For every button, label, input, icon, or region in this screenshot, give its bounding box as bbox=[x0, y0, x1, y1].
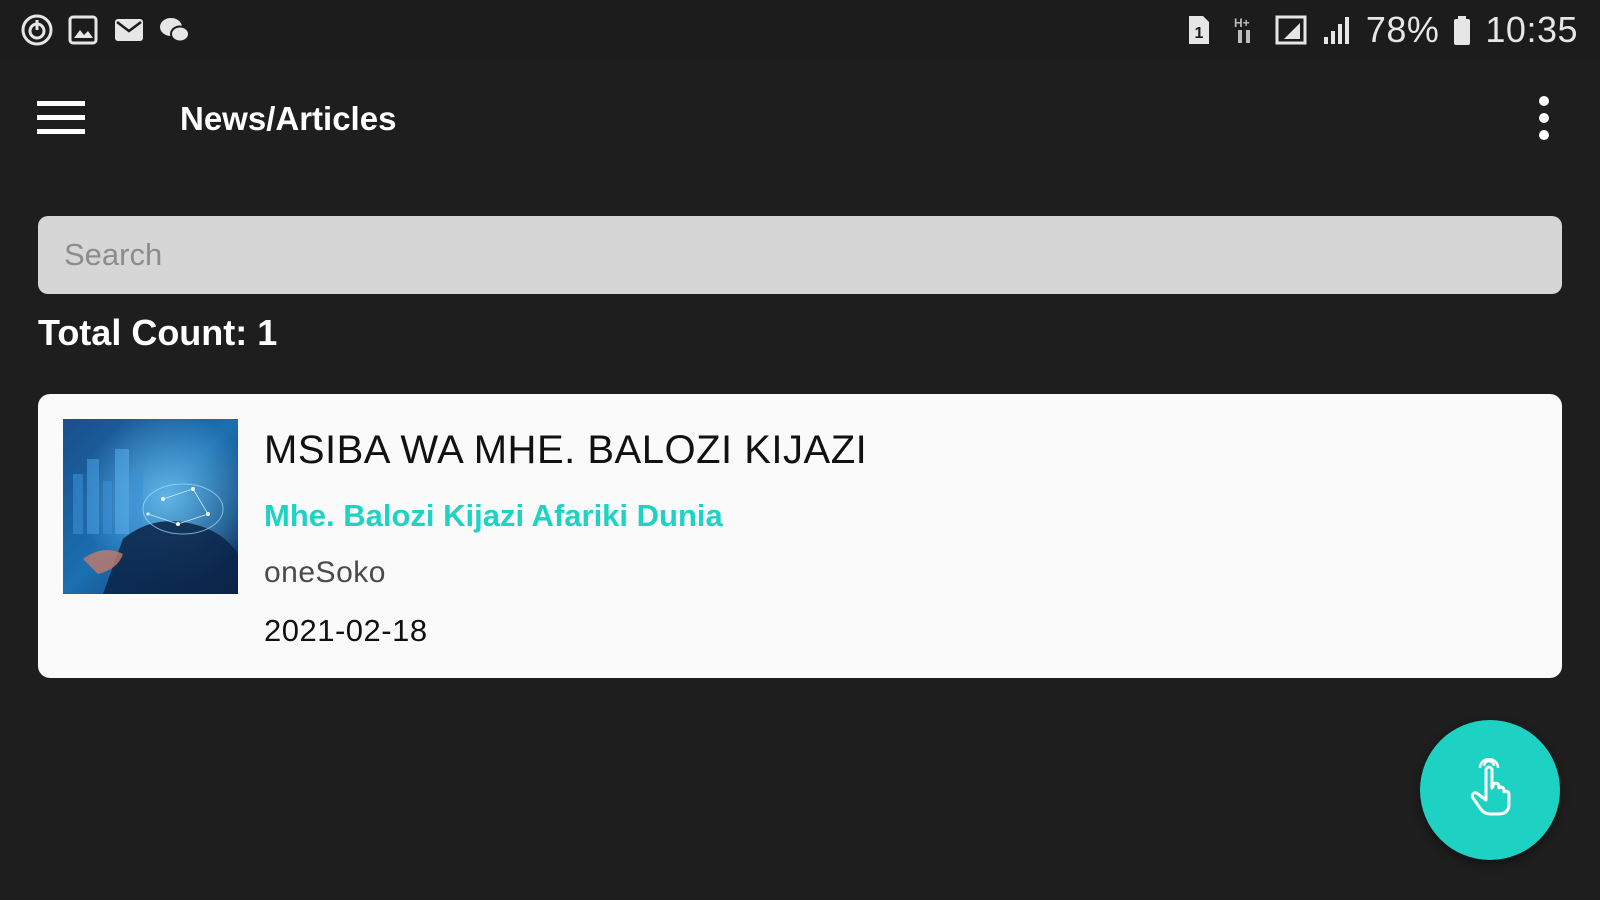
menu-button[interactable] bbox=[32, 90, 92, 150]
status-bar: 1 H+ 78% 10:35 bbox=[0, 0, 1600, 60]
cast-icon bbox=[1274, 13, 1308, 47]
gallery-icon bbox=[66, 13, 100, 47]
search-input[interactable] bbox=[38, 216, 1562, 294]
wechat-icon bbox=[158, 13, 192, 47]
battery-percentage: 78% bbox=[1365, 9, 1440, 50]
signal-icon bbox=[1320, 13, 1354, 47]
floating-action-button[interactable] bbox=[1420, 720, 1560, 860]
clock: 10:35 bbox=[1485, 9, 1578, 50]
overflow-menu-button[interactable] bbox=[1524, 90, 1564, 150]
more-vertical-icon bbox=[1538, 95, 1550, 146]
battery-icon bbox=[1451, 13, 1473, 47]
mail-icon bbox=[112, 13, 146, 47]
app-bar: News/Articles bbox=[0, 60, 1600, 184]
status-left-icons bbox=[20, 13, 192, 47]
hamburger-menu-icon bbox=[37, 98, 87, 143]
article-card[interactable]: MSIBA WA MHE. BALOZI KIJAZI Mhe. Balozi … bbox=[38, 394, 1562, 678]
svg-text:H+: H+ bbox=[1234, 16, 1250, 30]
status-right-icons: 1 H+ 78% 10:35 bbox=[1182, 9, 1578, 51]
article-thumbnail bbox=[63, 419, 238, 594]
power-icon bbox=[20, 13, 54, 47]
page-title: News/Articles bbox=[180, 100, 397, 137]
touch-hand-icon bbox=[1460, 757, 1520, 823]
article-source: oneSoko bbox=[264, 556, 386, 589]
data-arrows-icon: H+ bbox=[1228, 13, 1262, 47]
search-box bbox=[38, 216, 1562, 294]
sim-icon: 1 bbox=[1182, 13, 1216, 47]
total-count-label: Total Count: 1 bbox=[38, 312, 278, 353]
article-date: 2021-02-18 bbox=[264, 613, 428, 648]
article-subtitle: Mhe. Balozi Kijazi Afariki Dunia bbox=[264, 498, 723, 533]
article-title: MSIBA WA MHE. BALOZI KIJAZI bbox=[264, 428, 868, 472]
svg-text:1: 1 bbox=[1194, 25, 1203, 42]
